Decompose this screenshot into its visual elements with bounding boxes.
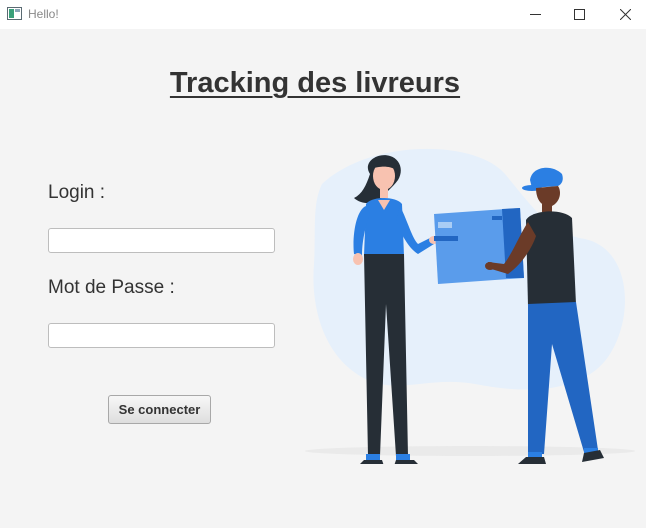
window-title: Hello! [28,7,59,21]
delivery-illustration [305,148,635,464]
password-label: Mot de Passe : [48,277,175,298]
minimize-icon [529,14,541,15]
window-titlebar: Hello! [0,0,646,29]
maximize-button[interactable] [556,0,602,29]
password-input[interactable] [48,323,275,348]
login-label: Login : [48,182,106,203]
login-input[interactable] [48,228,275,253]
connect-button[interactable]: Se connecter [108,395,211,424]
close-button[interactable] [602,0,646,29]
minimize-button[interactable] [512,0,558,29]
window-content: Tracking des livreurs Login : Mot de Pas… [0,29,646,528]
delivery-shirt [526,211,576,306]
close-icon [619,9,631,20]
page-title: Tracking des livreurs [169,67,461,99]
delivery-cap [530,167,563,188]
maximize-icon [573,9,585,20]
app-icon [7,7,22,20]
